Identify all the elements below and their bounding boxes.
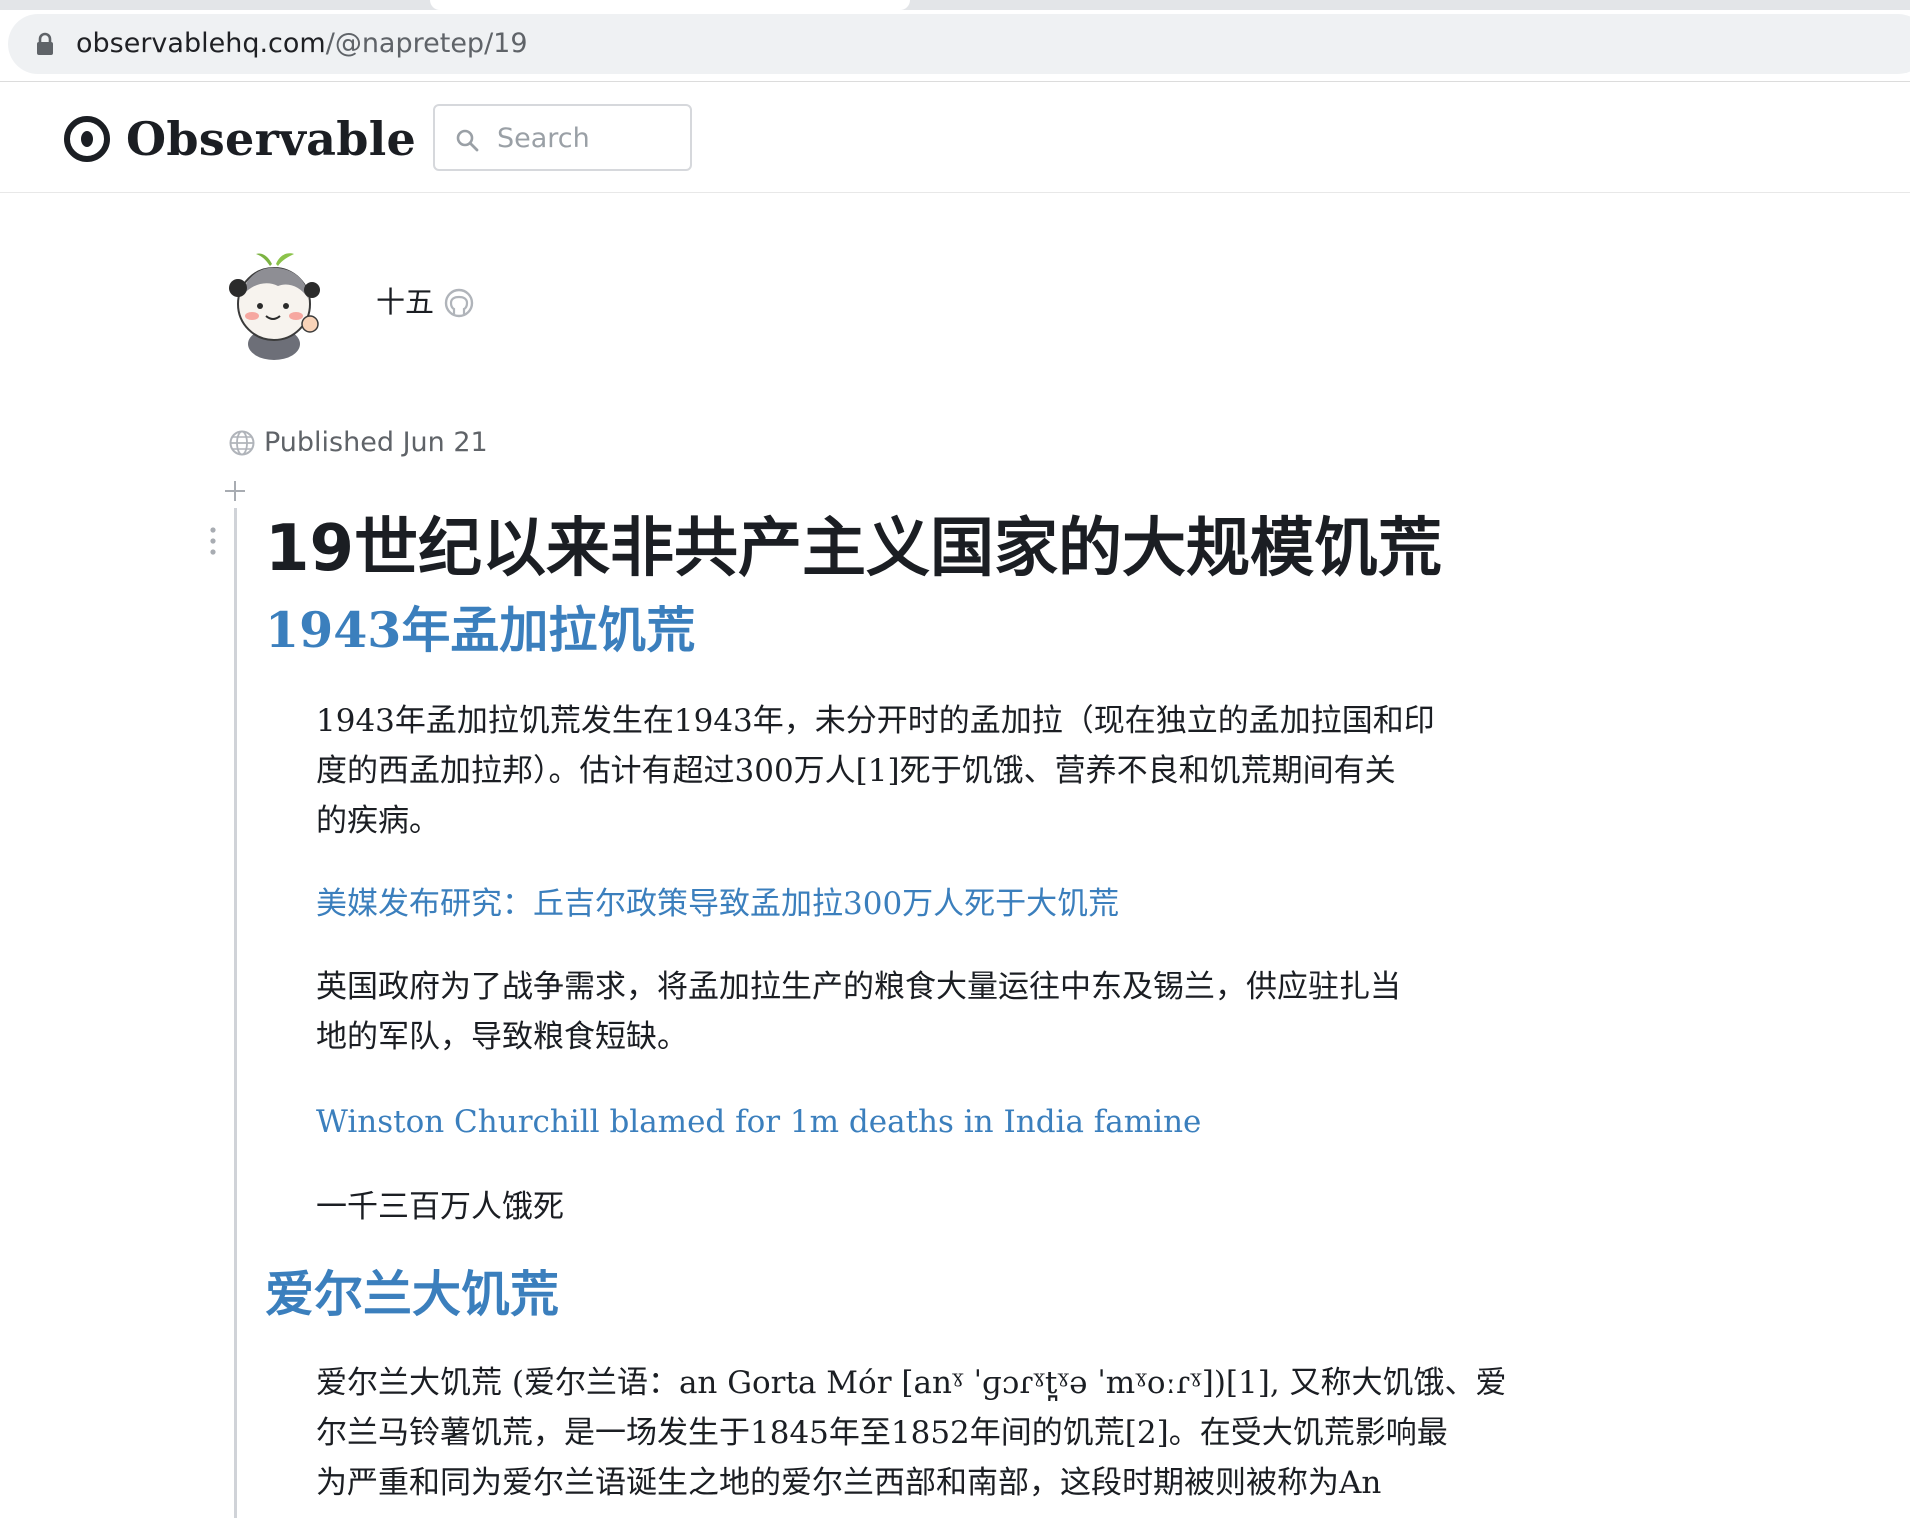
site-header: Observable <box>0 82 1910 193</box>
paragraph-bengal-cause: 英国政府为了战争需求，将孟加拉生产的粮食大量运往中东及锡兰，供应驻扎当 地的军队… <box>316 962 1516 1062</box>
logo-text: Observable <box>126 112 417 166</box>
url-path: /@napretep/19 <box>325 28 528 59</box>
link-bengal-study[interactable]: 美媒发布研究：丘吉尔政策导致孟加拉300万人死于大饥荒 <box>316 882 1119 926</box>
url-text[interactable]: observablehq.com/@napretep/19 <box>76 28 528 60</box>
author-name[interactable]: 十五 <box>376 284 434 320</box>
search-box[interactable] <box>433 104 692 171</box>
text-line: 英国政府为了战争需求，将孟加拉生产的粮食大量运往中东及锡兰，供应驻扎当 <box>316 969 1401 1005</box>
text-line: 爱尔兰大饥荒 (爱尔兰语：an Gorta Mór [anˠ ˈɡɔɾˠt̪ˠə… <box>316 1365 1507 1401</box>
text-line: 尔兰马铃薯饥荒，是一场发生于1845年至1852年间的饥荒[2]。在受大饥荒影响… <box>316 1415 1448 1451</box>
lock-icon <box>37 32 53 55</box>
url-host: observablehq.com <box>76 28 326 59</box>
cell-menu-icon[interactable] <box>207 526 219 556</box>
tab-strip <box>0 0 1910 10</box>
section-heading-bengal: 1943年孟加拉饥荒 <box>265 601 696 659</box>
text-line: 地的军队，导致粮食短缺。 <box>316 1019 688 1055</box>
address-bar[interactable]: observablehq.com/@napretep/19 <box>8 14 1910 74</box>
text-line: 1943年孟加拉饥荒发生在1943年，未分开时的孟加拉（现在独立的孟加拉国和印 <box>316 703 1435 739</box>
text-line: 的疾病。 <box>316 803 440 839</box>
active-tab[interactable] <box>430 0 910 10</box>
paragraph-ireland-intro: 爱尔兰大饥荒 (爱尔兰语：an Gorta Mór [anˠ ˈɡɔɾˠt̪ˠə… <box>316 1358 1516 1508</box>
globe-icon <box>229 430 255 456</box>
search-icon <box>456 129 479 152</box>
text-line: 度的西孟加拉邦）。估计有超过300万人[1]死于饥饿、营养不良和饥荒期间有关 <box>316 753 1396 789</box>
paragraph-bengal-deaths: 一千三百万人饿死 <box>316 1189 564 1225</box>
notebook-title: 19世纪以来非共产主义国家的大规模饥荒 <box>265 512 1443 586</box>
link-churchill-article[interactable]: Winston Churchill blamed for 1m deaths i… <box>316 1100 1201 1144</box>
published-info: Published Jun 21 <box>228 426 488 460</box>
section-heading-ireland: 爱尔兰大饥荒 <box>265 1265 560 1323</box>
observable-logo-icon <box>64 116 110 162</box>
paragraph-bengal-intro: 1943年孟加拉饥荒发生在1943年，未分开时的孟加拉（现在独立的孟加拉国和印 … <box>316 696 1516 846</box>
text-line: 为严重和同为爱尔兰语诞生之地的爱尔兰西部和南部，这段时期被则被称为An <box>316 1465 1382 1501</box>
add-cell-icon[interactable] <box>222 478 248 504</box>
author-avatar[interactable] <box>222 246 332 366</box>
published-date: Published Jun 21 <box>264 427 488 458</box>
browser-chrome: observablehq.com/@napretep/19 <box>0 0 1910 82</box>
search-input[interactable] <box>497 120 677 156</box>
github-icon[interactable] <box>444 288 474 318</box>
observable-logo[interactable]: Observable <box>64 114 416 164</box>
cell-focus-rule <box>234 508 237 1518</box>
